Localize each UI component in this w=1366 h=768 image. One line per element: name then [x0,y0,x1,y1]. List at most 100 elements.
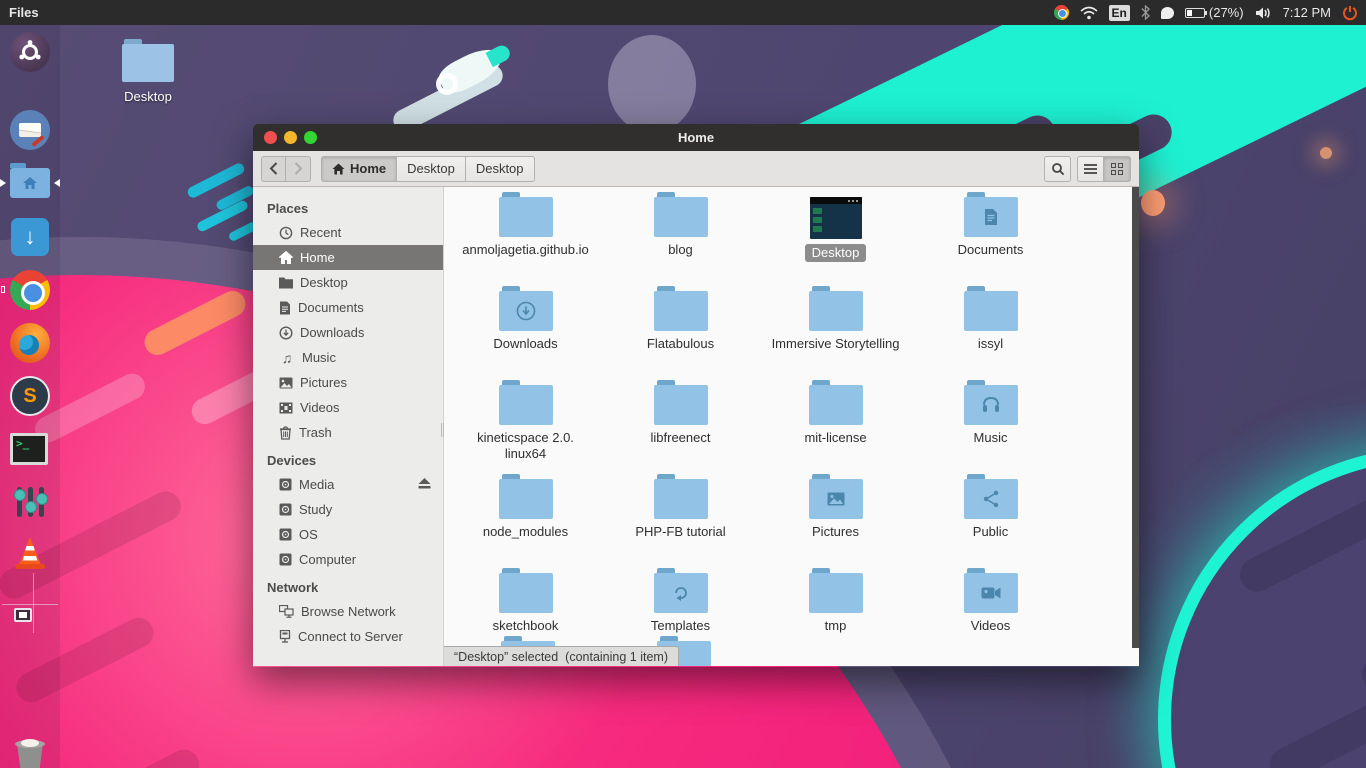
desktop-shortcut[interactable]: Desktop [100,38,196,104]
sidebar-item-downloads[interactable]: Downloads [253,320,443,345]
dock-item-vlc[interactable] [10,533,50,573]
sidebar-item-documents[interactable]: Documents [253,295,443,320]
firefox-icon [10,323,50,363]
file-item[interactable]: Documents [913,197,1068,291]
sidebar-item-os[interactable]: OS [253,522,443,547]
share-emblem [983,490,999,508]
path-button-desktop-2[interactable]: Desktop [466,156,535,182]
active-app-name[interactable]: Files [0,5,39,20]
volume-icon[interactable] [1255,6,1272,20]
ubuntu-dash-icon [10,32,50,72]
video-emblem [981,586,1001,600]
sublime-text-icon: S [10,376,50,416]
file-item[interactable]: Immersive Storytelling [758,291,913,385]
file-item[interactable]: Videos [913,573,1068,666]
drive-icon [279,478,292,491]
trash-icon [279,426,292,440]
clock[interactable]: 7:12 PM [1283,5,1331,20]
forward-button[interactable] [286,156,311,182]
path-button-home[interactable]: Home [321,156,397,182]
grid-view-button[interactable] [1104,156,1131,182]
file-item[interactable]: tmp [758,573,913,666]
file-item[interactable]: mit-license [758,385,913,479]
folder-icon [654,573,708,613]
sidebar-item-computer[interactable]: Computer [253,547,443,572]
power-icon[interactable] [1342,5,1358,21]
dock-item-terminal[interactable]: >_ [10,429,50,469]
sidebar-item-study[interactable]: Study [253,497,443,522]
messaging-icon[interactable] [1161,7,1174,19]
bluetooth-icon[interactable] [1141,5,1150,20]
file-item-selected[interactable]: Desktop [758,197,913,291]
back-button[interactable] [261,156,286,182]
folder-icon [499,197,553,237]
vertical-scrollbar[interactable] [1132,187,1139,648]
file-item[interactable]: issyl [913,291,1068,385]
image-icon [279,377,293,389]
focused-pip [54,179,60,187]
dock-item-trash[interactable] [10,735,50,768]
mail-icon [10,110,50,150]
close-button[interactable] [264,131,277,144]
dock-item-downloads-app[interactable]: ↓ [10,217,50,257]
dock-item-workspaces[interactable] [10,585,50,625]
file-item[interactable]: Public [913,479,1068,573]
path-button-desktop-1[interactable]: Desktop [397,156,466,182]
file-item[interactable]: libfreenect [603,385,758,479]
search-button[interactable] [1044,156,1071,182]
network-icon [279,605,294,618]
running-pip [1,286,5,293]
sidebar-item-home[interactable]: Home [253,245,443,270]
terminal-icon: >_ [10,433,48,465]
sidebar-item-recent[interactable]: Recent [253,220,443,245]
eject-icon[interactable] [418,478,431,489]
file-item[interactable]: anmoljagetia.github.io [448,197,603,291]
folder-icon [654,479,708,519]
dock-item-ubuntu-dash[interactable] [10,32,50,72]
dock-item-sublime[interactable]: S [10,376,50,416]
dock-item-files[interactable] [10,163,50,203]
wallpaper-rocket-swirl [436,73,458,95]
home-icon [332,163,345,175]
section-header-network: Network [253,572,443,599]
maximize-button[interactable] [304,131,317,144]
folder-icon [809,573,863,613]
chrome-tray-icon[interactable] [1054,5,1069,20]
sidebar-item-pictures[interactable]: Pictures [253,370,443,395]
window-titlebar[interactable]: Home [253,124,1139,151]
templates-emblem [672,584,690,602]
drive-icon [279,553,292,566]
folder-icon [499,291,553,331]
sidebar-item-trash[interactable]: Trash [253,420,443,445]
minimize-button[interactable] [284,131,297,144]
battery-indicator[interactable]: (27%) [1185,5,1244,20]
wifi-icon[interactable] [1080,6,1098,20]
folder-icon [809,291,863,331]
keyboard-indicator[interactable]: En [1109,5,1130,21]
dock-item-mail[interactable] [10,110,50,150]
file-item[interactable]: PHP-FB tutorial [603,479,758,573]
list-view-button[interactable] [1077,156,1104,182]
sidebar-item-desktop[interactable]: Desktop [253,270,443,295]
sidebar-item-media[interactable]: Media [253,472,443,497]
sidebar-item-music[interactable]: ♫ Music [253,345,443,370]
file-item[interactable]: Music [913,385,1068,479]
list-view-icon [1084,164,1097,174]
sidebar-item-connect-server[interactable]: Connect to Server [253,624,443,649]
grid-view-icon [1111,163,1123,175]
file-item[interactable]: blog [603,197,758,291]
dock-item-firefox[interactable] [10,323,50,363]
sidebar-item-videos[interactable]: Videos [253,395,443,420]
file-item[interactable]: Downloads [448,291,603,385]
dock-item-chrome[interactable] [10,270,50,310]
file-item[interactable]: kineticspace 2.0. linux64 [448,385,603,479]
file-item[interactable]: Flatabulous [603,291,758,385]
file-item[interactable]: Pictures [758,479,913,573]
search-icon [1051,162,1065,176]
folder-icon [809,385,863,425]
folder-icon [499,573,553,613]
file-item[interactable]: node_modules [448,479,603,573]
dock-item-tweaks[interactable] [10,482,50,522]
terminal-thumbnail-icon [810,197,862,239]
sidebar-item-browse-network[interactable]: Browse Network [253,599,443,624]
